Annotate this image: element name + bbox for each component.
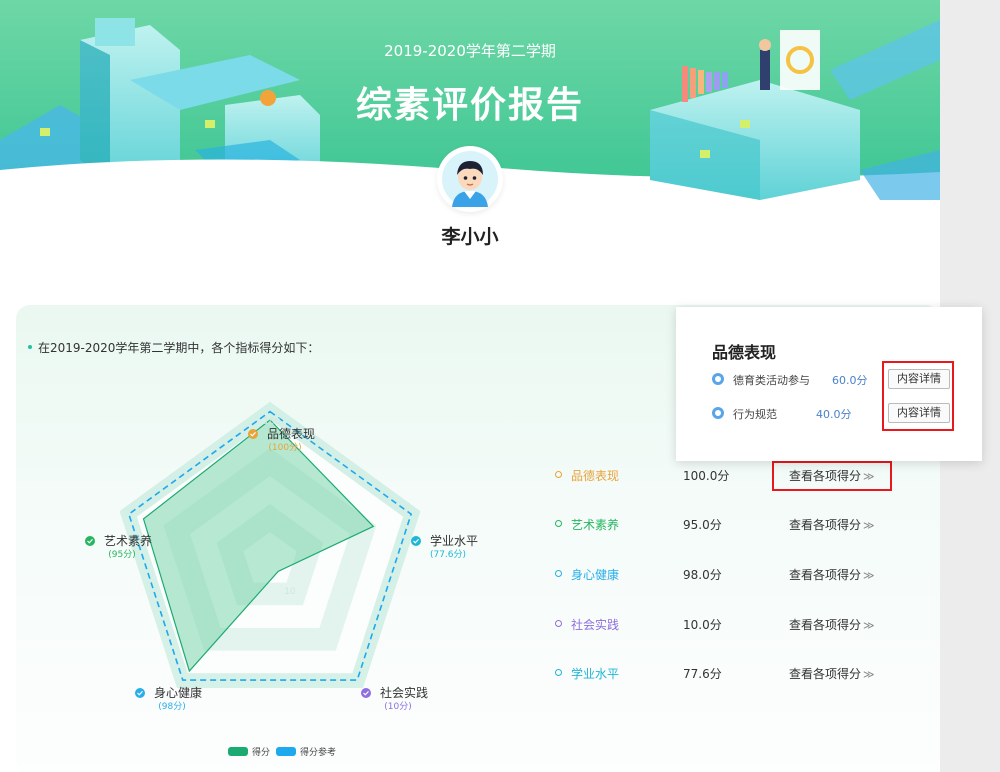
circle-dot-icon bbox=[712, 373, 724, 385]
legend-swatch-reference bbox=[276, 747, 296, 756]
score-name: 学业水平 bbox=[571, 667, 620, 681]
radar-tick-label: 100 bbox=[263, 417, 280, 427]
double-chevron-right-icon: ≫ bbox=[863, 668, 875, 681]
radar-tick-label: 10 bbox=[284, 587, 296, 597]
axis-score-label: (10分) bbox=[384, 701, 411, 712]
view-items-button[interactable]: 查看各项得分 ≫ bbox=[789, 566, 875, 583]
view-items-label: 查看各项得分 bbox=[789, 568, 862, 582]
circle-dot-icon bbox=[555, 471, 562, 478]
legend-item-reference[interactable]: 得分参考 bbox=[276, 745, 336, 758]
circle-dot-icon bbox=[555, 669, 562, 676]
legend-item-score[interactable]: 得分 bbox=[228, 745, 270, 758]
double-chevron-right-icon: ≫ bbox=[863, 519, 875, 532]
circle-dot-icon bbox=[555, 620, 562, 627]
popup-row-score: 40.0分 bbox=[816, 408, 852, 421]
score-value: 95.0分 bbox=[683, 518, 722, 532]
circle-dot-icon bbox=[555, 570, 562, 577]
score-row: 艺术素养 95.0分 查看各项得分 ≫ bbox=[555, 516, 895, 536]
highlight-box-view-items bbox=[772, 461, 892, 491]
check-badge-icon bbox=[361, 688, 371, 698]
axis-label: 艺术素养 bbox=[104, 533, 152, 548]
axis-score-label: (98分) bbox=[158, 701, 185, 712]
view-items-label: 查看各项得分 bbox=[789, 618, 862, 632]
axis-label: 品德表现 bbox=[267, 426, 315, 441]
axis-score-label: (77.6分) bbox=[430, 549, 466, 560]
view-items-button[interactable]: 查看各项得分 ≫ bbox=[789, 516, 875, 533]
axis-label: 社会实践 bbox=[380, 685, 428, 700]
axis-label: 身心健康 bbox=[154, 685, 202, 700]
axis-score-label: (100分) bbox=[268, 442, 301, 453]
score-name: 艺术素养 bbox=[571, 518, 620, 532]
popup-row-label: 行为规范 bbox=[733, 408, 777, 421]
score-value: 77.6分 bbox=[683, 667, 722, 681]
score-value: 10.0分 bbox=[683, 618, 722, 632]
score-name: 品德表现 bbox=[571, 469, 620, 483]
score-row: 身心健康 98.0分 查看各项得分 ≫ bbox=[555, 566, 895, 586]
popup-row-score: 60.0分 bbox=[832, 374, 868, 387]
view-items-label: 查看各项得分 bbox=[789, 518, 862, 532]
score-value: 100.0分 bbox=[683, 469, 730, 483]
legend-swatch-score bbox=[228, 747, 248, 756]
popup-row-label: 德育类活动参与 bbox=[733, 374, 810, 387]
highlight-box-detail-buttons bbox=[882, 361, 954, 431]
view-items-button[interactable]: 查看各项得分 ≫ bbox=[789, 616, 875, 633]
check-badge-icon bbox=[85, 536, 95, 546]
check-badge-icon bbox=[411, 536, 421, 546]
score-row: 社会实践 10.0分 查看各项得分 ≫ bbox=[555, 616, 895, 636]
popup-title: 品德表现 bbox=[712, 343, 777, 362]
score-name: 社会实践 bbox=[571, 618, 620, 632]
circle-dot-icon bbox=[712, 407, 724, 419]
axis-label: 学业水平 bbox=[430, 533, 478, 548]
legend-label-reference: 得分参考 bbox=[300, 748, 337, 758]
score-row: 学业水平 77.6分 查看各项得分 ≫ bbox=[555, 665, 895, 685]
double-chevron-right-icon: ≫ bbox=[863, 569, 875, 582]
double-chevron-right-icon: ≫ bbox=[863, 619, 875, 632]
circle-dot-icon bbox=[555, 520, 562, 527]
view-items-label: 查看各项得分 bbox=[789, 667, 862, 681]
check-badge-icon bbox=[135, 688, 145, 698]
view-items-button[interactable]: 查看各项得分 ≫ bbox=[789, 665, 875, 682]
legend-label-score: 得分 bbox=[252, 748, 271, 758]
check-badge-icon bbox=[248, 429, 258, 439]
axis-score-label: (95分) bbox=[108, 549, 135, 560]
score-name: 身心健康 bbox=[571, 568, 620, 582]
score-value: 98.0分 bbox=[683, 568, 722, 582]
